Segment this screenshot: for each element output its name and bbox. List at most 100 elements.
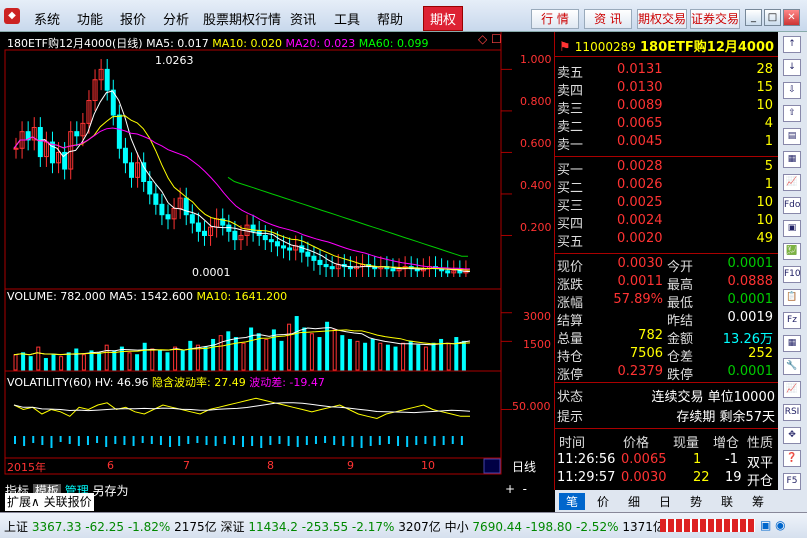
right-tool-9-icon[interactable]: ▣ [783, 220, 801, 237]
minimize-icon[interactable]: _ [745, 9, 762, 26]
ma5-label: MA5: 0.017 [146, 37, 209, 50]
right-tool-13-icon[interactable]: Fz [783, 312, 801, 329]
sell-level-volume: 15 [756, 80, 773, 95]
quote-tab-button[interactable]: 行 情 [531, 9, 579, 29]
sell-level-price: 0.0131 [617, 62, 663, 77]
stat-label: 涨跌 [557, 278, 584, 293]
menu-quote[interactable]: 报价 [120, 9, 146, 28]
volatility-title: VOLATILITY(60) [7, 376, 92, 389]
volume-bar-40 [317, 337, 322, 371]
buy-level-row-2[interactable]: 买二 0.0026 1 [555, 177, 779, 196]
right-tool-14-icon[interactable]: ▦ [783, 335, 801, 352]
right-tool-18-icon[interactable]: ✥ [783, 427, 801, 444]
right-tool-3-icon[interactable]: ⇩ [783, 82, 801, 99]
candle-body-23 [153, 193, 159, 205]
right-tool-10-icon[interactable]: 💹 [783, 243, 801, 260]
quote-tab-3[interactable]: 细 [621, 493, 647, 510]
close-icon[interactable]: ✕ [783, 9, 800, 26]
quote-tab-6[interactable]: 联 [714, 493, 740, 510]
zoom-buttons[interactable]: + - [505, 482, 535, 496]
menu-analysis[interactable]: 分析 [163, 9, 189, 28]
right-tool-15-icon[interactable]: 🔧 [783, 358, 801, 375]
menu-system[interactable]: 系统 [34, 9, 60, 28]
right-tool-17-icon[interactable]: RSI [783, 404, 801, 421]
maximize-icon[interactable]: □ [764, 9, 781, 26]
candle-body-28 [183, 197, 189, 216]
right-tool-20-icon[interactable]: F5 [783, 473, 801, 490]
volume-bar-52 [408, 340, 413, 371]
volume-bar-19 [157, 350, 162, 371]
sell-level-row-4[interactable]: 卖二 0.0065 4 [555, 116, 779, 135]
buy-level-row-1[interactable]: 买一 0.0028 5 [555, 159, 779, 178]
trade-time: 11:26:56 [557, 452, 616, 467]
iv-bar-0 [14, 436, 16, 444]
chart-options-icon[interactable]: ◇ ☐ [478, 32, 502, 46]
news-tab-button[interactable]: 资 讯 [584, 9, 632, 29]
stat-label-2: 昨结 [667, 314, 694, 329]
date-scroll-icon[interactable] [483, 458, 501, 474]
menu-help[interactable]: 帮助 [377, 9, 403, 28]
quote-tab-7[interactable]: 筹 [745, 493, 771, 510]
quote-tab-2[interactable]: 价 [590, 493, 616, 510]
vol-ma10-label: MA10: 1641.200 [196, 290, 288, 303]
state-value: 连续交易 单位10000 [651, 390, 776, 405]
right-tool-19-icon[interactable]: ❓ [783, 450, 801, 467]
volume-bar-28 [226, 331, 231, 371]
implied-vol-label: 隐含波动率: 27.49 [152, 376, 246, 389]
right-tool-8-icon[interactable]: Fdo [783, 197, 801, 214]
volume-bar-35 [279, 340, 284, 371]
quote-tab-1[interactable]: 笔 [559, 493, 585, 510]
trade-qty: 1 [693, 452, 702, 467]
ma10-label: MA10: 0.020 [212, 37, 283, 50]
right-tool-1-icon[interactable]: ↑ [783, 36, 801, 53]
buy-level-row-4[interactable]: 买四 0.0024 10 [555, 213, 779, 232]
iv-bar-13 [132, 436, 135, 446]
menu-options[interactable]: 期权 [423, 6, 464, 31]
quote-tab-5[interactable]: 势 [683, 493, 709, 510]
right-tool-5-icon[interactable]: ▤ [783, 128, 801, 145]
right-tool-11-icon[interactable]: F10 [783, 266, 801, 283]
sell-level-row-2[interactable]: 卖四 0.0130 15 [555, 80, 779, 99]
period-label[interactable]: 日线 [512, 458, 536, 475]
tab-expand[interactable]: 扩展∧ [7, 495, 40, 509]
right-tool-6-icon[interactable]: ▦ [783, 151, 801, 168]
stock-trade-button[interactable]: 证券交易 [690, 9, 740, 29]
zx-amount: 1371亿 [622, 520, 665, 534]
kline-chart-area[interactable]: 180ETF购12月4000(日线) MA5: 0.017 MA10: 0.02… [0, 32, 554, 490]
menu-news[interactable]: 资讯 [290, 9, 316, 28]
contract-name: 180ETF购12月4000 [640, 40, 775, 55]
candle-body-51 [323, 264, 329, 268]
option-trade-button[interactable]: 期权交易 [637, 9, 687, 29]
candle-body-48 [305, 251, 311, 257]
tab-save-as[interactable]: 另存为 [93, 484, 129, 498]
volume-header: VOLUME: 782.000 MA5: 1542.600 MA10: 1641… [7, 290, 287, 303]
stat-label: 总量 [557, 332, 584, 347]
sell-level-row-1[interactable]: 卖五 0.0131 28 [555, 62, 779, 81]
volume-bar-45 [355, 340, 360, 371]
chart-svg [4, 32, 512, 475]
sz-change: -253.55 [301, 520, 349, 534]
network-status-icon[interactable]: ▣ ◉ [760, 518, 786, 532]
right-tool-16-icon[interactable]: 📈 [783, 381, 801, 398]
volume-bar-22 [180, 350, 185, 371]
menu-function[interactable]: 功能 [77, 9, 103, 28]
right-tool-12-icon[interactable]: 📋 [783, 289, 801, 306]
iv-bar-2 [32, 436, 35, 443]
right-tool-7-icon[interactable]: 📈 [783, 174, 801, 191]
stat-row-3: 涨幅 57.89% 最低 0.0001 [555, 292, 779, 311]
right-tool-4-icon[interactable]: ⇧ [783, 105, 801, 122]
trade-nature: 开仓 [747, 474, 774, 489]
buy-level-price: 0.0026 [617, 177, 663, 192]
tab-related-quote[interactable]: 关联报价 [44, 495, 92, 509]
quote-tab-4[interactable]: 日 [652, 493, 678, 510]
buy-level-price: 0.0020 [617, 231, 663, 246]
buy-level-row-3[interactable]: 买三 0.0025 10 [555, 195, 779, 214]
candle-body-25 [165, 214, 171, 220]
sell-level-row-3[interactable]: 卖三 0.0089 10 [555, 98, 779, 117]
right-tool-2-icon[interactable]: ↓ [783, 59, 801, 76]
menu-tools[interactable]: 工具 [334, 9, 360, 28]
menu-option-quotes[interactable]: 股票期权行情 [203, 9, 281, 28]
buy-level-row-5[interactable]: 买五 0.0020 49 [555, 231, 779, 250]
sell-level-row-5[interactable]: 卖一 0.0045 1 [555, 134, 779, 153]
quote-bottom-tabs: 笔价细日势联筹 [555, 490, 779, 512]
